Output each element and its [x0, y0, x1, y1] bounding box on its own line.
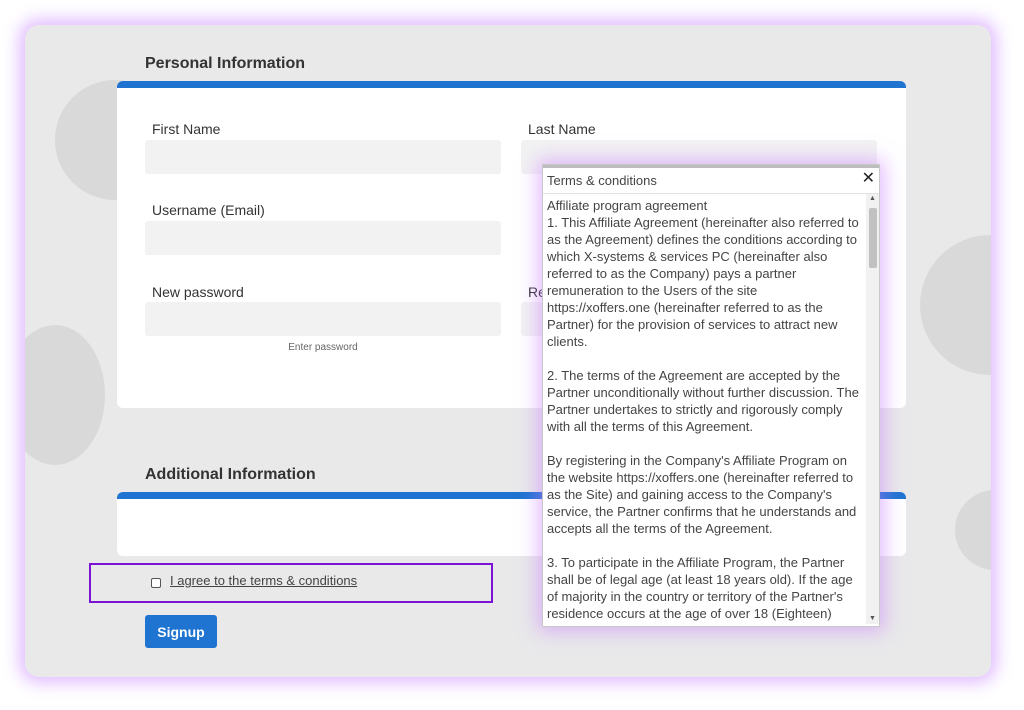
signup-button[interactable]: Signup [145, 615, 217, 648]
terms-paragraph: 3. To participate in the Affiliate Progr… [547, 555, 853, 624]
additional-information-title: Additional Information [145, 466, 316, 483]
terms-paragraph: By registering in the Company's Affiliat… [547, 453, 857, 536]
agree-terms-highlight: I agree to the terms & conditions [89, 563, 493, 603]
agree-terms-checkbox[interactable] [151, 578, 161, 588]
last-name-label: Last Name [528, 121, 596, 137]
background-circle [955, 490, 991, 570]
modal-title: Terms & conditions [547, 173, 657, 188]
modal-scrollbar[interactable]: ▲ ▼ [866, 194, 879, 624]
terms-text-body[interactable]: Affiliate program agreement 1. This Affi… [543, 194, 865, 624]
new-password-label: New password [152, 284, 244, 300]
first-name-input[interactable] [145, 140, 501, 174]
password-hint: Enter password [288, 342, 358, 353]
modal-header: Terms & conditions ✕ [543, 168, 879, 194]
terms-conditions-modal: Terms & conditions ✕ Affiliate program a… [542, 164, 880, 627]
close-icon[interactable]: ✕ [862, 170, 875, 188]
username-email-label: Username (Email) [152, 202, 265, 218]
background-circle [920, 235, 991, 375]
background-circle [25, 325, 105, 465]
scroll-up-arrow-icon[interactable]: ▲ [866, 194, 879, 204]
new-password-input[interactable] [145, 302, 501, 336]
scroll-thumb[interactable] [869, 208, 877, 268]
username-email-input[interactable] [145, 221, 501, 255]
agree-terms-link[interactable]: I agree to the terms & conditions [170, 573, 357, 588]
personal-information-title: Personal Information [145, 55, 306, 72]
terms-paragraph: 2. The terms of the Agreement are accept… [547, 368, 859, 434]
scroll-down-arrow-icon[interactable]: ▼ [866, 614, 879, 624]
first-name-label: First Name [152, 121, 221, 137]
terms-paragraph: 1. This Affiliate Agreement (hereinafter… [547, 215, 859, 349]
agreement-heading: Affiliate program agreement [547, 198, 708, 213]
